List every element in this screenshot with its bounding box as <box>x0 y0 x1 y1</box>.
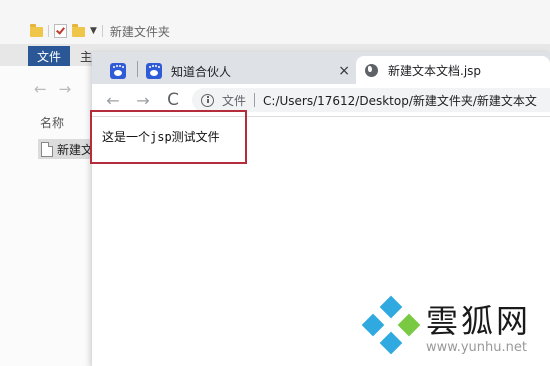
quick-access-toolbar: ▼ 新建文件夹 <box>30 21 170 41</box>
explorer-window-title: 新建文件夹 <box>109 24 170 39</box>
ribbon-home-tab[interactable]: 主 <box>80 46 92 66</box>
toolbar-divider <box>48 25 49 37</box>
watermark-title: 雲狐网 <box>426 302 532 340</box>
explorer-titlebar: ▼ 新建文件夹 <box>0 0 550 44</box>
address-divider <box>254 93 256 107</box>
tab-divider <box>137 61 138 77</box>
file-name-label: 新建文 <box>57 142 94 157</box>
column-header-name[interactable]: 名称 <box>40 114 64 131</box>
back-button[interactable]: ← <box>102 89 124 111</box>
watermark-url: www.yunhu.net <box>426 340 527 355</box>
folder-icon <box>30 24 43 37</box>
forward-button[interactable]: → <box>132 89 154 111</box>
toolbar-divider <box>101 25 103 37</box>
address-scheme-label: 文件 <box>222 93 247 108</box>
logo-diamond-icon <box>361 313 385 337</box>
ribbon-file-tab[interactable]: 文件 <box>28 46 70 66</box>
address-bar[interactable]: 文件 C:/Users/17612/Desktop/新建文件夹/新建文本文 <box>192 88 550 112</box>
tab-pinned-baidu[interactable] <box>100 58 136 84</box>
baidu-paw-icon <box>146 63 162 79</box>
tab-active-jsp[interactable]: 新建文本文档.jsp <box>356 56 550 84</box>
new-folder-icon[interactable] <box>72 24 85 37</box>
properties-check-icon[interactable] <box>54 24 67 38</box>
reload-button[interactable]: C <box>162 89 184 111</box>
tab-title: 新建文本文档.jsp <box>388 63 482 78</box>
tab-title: 知道合伙人 <box>171 64 232 79</box>
highlight-annotation-box <box>90 110 247 164</box>
explorer-nav-arrows[interactable]: ←→ <box>34 80 83 98</box>
tab-zhidao[interactable]: 知道合伙人 × <box>142 58 356 84</box>
baidu-paw-icon <box>110 63 126 79</box>
tab-close-icon[interactable]: × <box>338 63 350 79</box>
logo-diamond-icon <box>397 313 421 337</box>
address-url[interactable]: C:/Users/17612/Desktop/新建文件夹/新建文本文 <box>263 92 537 109</box>
tab-strip: 知道合伙人 × 新建文本文档.jsp <box>92 52 550 84</box>
customize-toolbar-arrow-icon[interactable]: ▼ <box>90 26 97 36</box>
info-icon[interactable] <box>201 93 214 107</box>
watermark-logo: 雲狐网 www.yunhu.net <box>361 294 550 366</box>
text-document-icon <box>41 141 53 157</box>
logo-diamond-icon <box>379 295 403 319</box>
globe-icon <box>365 63 378 77</box>
logo-diamond-icon <box>379 331 403 355</box>
